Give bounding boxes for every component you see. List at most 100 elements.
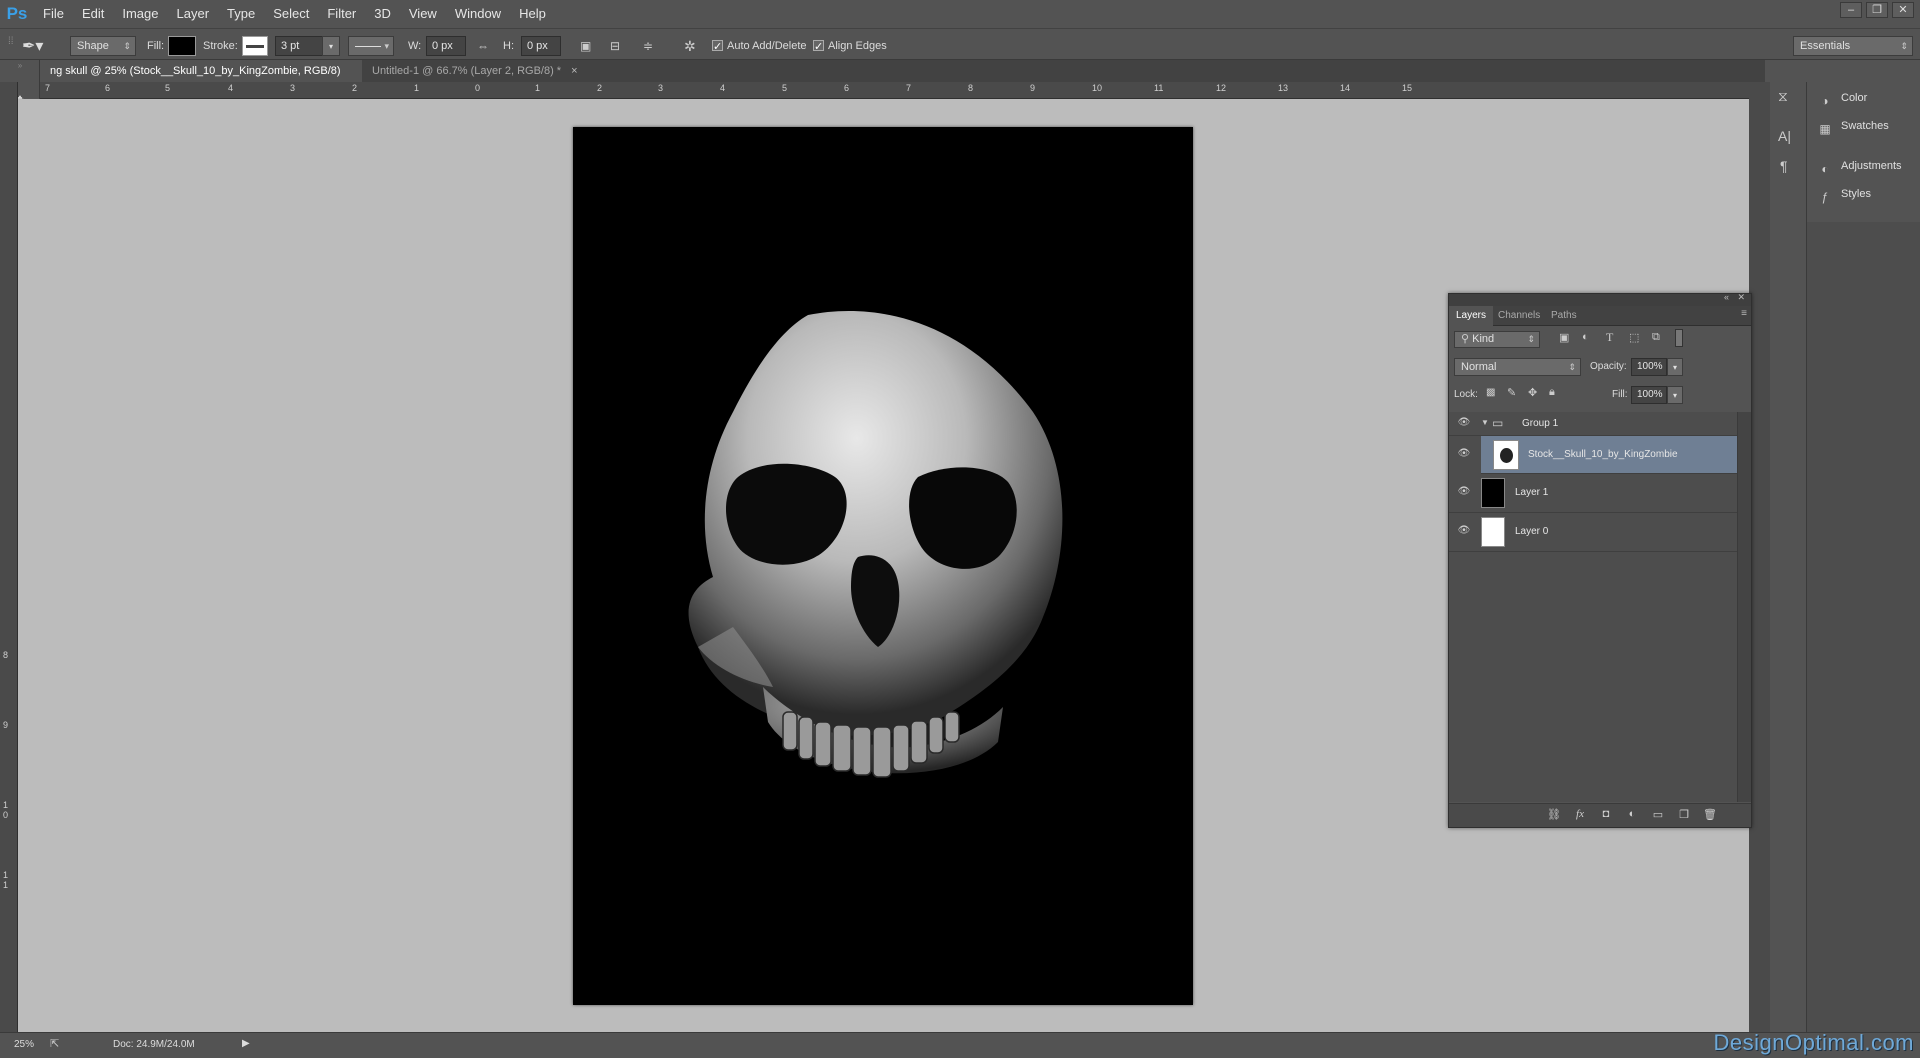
- photoshop-logo: Ps: [6, 4, 28, 23]
- history-icon[interactable]: ⧖: [1778, 88, 1788, 105]
- close-icon[interactable]: ✕: [1737, 292, 1745, 303]
- dock-color[interactable]: ◑ Color: [1817, 88, 1867, 108]
- tab-paths[interactable]: Paths: [1544, 306, 1584, 326]
- close-icon[interactable]: ×: [571, 65, 577, 77]
- width-input[interactable]: 0 px: [426, 36, 466, 56]
- filter-type-icon[interactable]: T: [1606, 330, 1613, 345]
- add-mask-icon[interactable]: ◘: [1597, 808, 1615, 820]
- lock-position-icon[interactable]: ✥: [1528, 386, 1537, 399]
- zoom-level[interactable]: 25%: [14, 1039, 34, 1050]
- blend-mode-dropdown[interactable]: Normal ⇕: [1454, 358, 1581, 376]
- layers-scrollbar[interactable]: [1737, 412, 1751, 802]
- tab-channels[interactable]: Channels: [1491, 306, 1547, 326]
- visibility-eye-icon[interactable]: 👁︎: [1457, 525, 1471, 536]
- layer-filter-kind-dropdown[interactable]: ⚲ Kind ⇕: [1454, 331, 1540, 348]
- menu-view[interactable]: View: [400, 0, 446, 28]
- delete-layer-icon[interactable]: 🗑︎: [1701, 808, 1719, 821]
- stroke-type-dropdown[interactable]: ▾: [348, 36, 394, 56]
- gear-icon[interactable]: ✲: [684, 36, 702, 56]
- dock-swatches[interactable]: ▦ Swatches: [1817, 116, 1888, 136]
- stroke-size-dropdown[interactable]: ▾: [322, 36, 340, 56]
- tool-mode-dropdown[interactable]: Shape ⇕: [70, 36, 136, 56]
- menu-image[interactable]: Image: [113, 0, 167, 28]
- layer-row-group-1[interactable]: 👁︎ ▼ ▭ Group 1: [1449, 412, 1737, 436]
- height-input[interactable]: 0 px: [521, 36, 561, 56]
- opacity-slider-button[interactable]: ▾: [1667, 358, 1683, 376]
- tab-untitled-1[interactable]: Untitled-1 @ 66.7% (Layer 2, RGB/8) * ×: [362, 60, 622, 82]
- share-icon[interactable]: ⇱: [50, 1037, 59, 1050]
- visibility-eye-icon[interactable]: 👁︎: [1457, 486, 1471, 497]
- character-icon[interactable]: A|: [1778, 128, 1791, 144]
- dock-styles[interactable]: ƒ Styles: [1817, 184, 1871, 204]
- filter-toggle[interactable]: [1675, 329, 1683, 347]
- menu-filter[interactable]: Filter: [318, 0, 365, 28]
- fill-swatch[interactable]: [168, 36, 196, 56]
- dock-panel: ◑ Color ▦ Swatches ◐ Adjustments ƒ Styles: [1806, 82, 1920, 222]
- path-alignment-icon[interactable]: ⊟: [610, 36, 628, 56]
- layer-name: Group 1: [1522, 418, 1559, 429]
- tab-layers[interactable]: Layers: [1449, 306, 1494, 326]
- visibility-eye-icon[interactable]: 👁︎: [1457, 417, 1471, 428]
- layers-panel: « ✕ Layers Channels Paths ≡ ⚲ Kind ⇕ ▣ ◐ …: [1448, 292, 1752, 828]
- workspace-dropdown[interactable]: Essentials ⇕: [1793, 36, 1913, 56]
- paragraph-icon[interactable]: ¶: [1780, 158, 1788, 174]
- vertical-ruler: 8 9 1 0 1 1: [0, 82, 18, 1032]
- filter-smart-object-icon[interactable]: ⧉: [1652, 331, 1660, 344]
- dock-adjustments[interactable]: ◐ Adjustments: [1817, 156, 1901, 176]
- menu-edit[interactable]: Edit: [73, 0, 113, 28]
- document-canvas[interactable]: [573, 127, 1193, 1005]
- filter-pixel-icon[interactable]: ▣: [1559, 331, 1569, 344]
- layer-row-layer-0[interactable]: 👁︎ Layer 0: [1449, 513, 1737, 552]
- tab-skull-document[interactable]: ng skull @ 25% (Stock__Skull_10_by_KingZ…: [40, 60, 362, 99]
- new-group-icon[interactable]: ▭: [1649, 808, 1667, 821]
- visibility-eye-icon[interactable]: 👁︎: [1457, 448, 1471, 459]
- menu-type[interactable]: Type: [218, 0, 264, 28]
- layer-name: Stock__Skull_10_by_KingZombie: [1528, 449, 1678, 460]
- path-arrangement-icon[interactable]: ≑: [643, 36, 663, 56]
- document-tabs: ng skull @ 25% (Stock__Skull_10_by_KingZ…: [40, 60, 1765, 99]
- minimize-button[interactable]: –: [1840, 2, 1862, 18]
- path-operations-icon[interactable]: ▣: [580, 36, 596, 56]
- lock-image-icon[interactable]: ✎: [1507, 386, 1516, 399]
- fill-slider-button[interactable]: ▾: [1667, 386, 1683, 404]
- restore-button[interactable]: ❐: [1866, 2, 1888, 18]
- layers-panel-titlebar[interactable]: « ✕: [1449, 292, 1751, 306]
- panel-menu-icon[interactable]: ≡: [1741, 308, 1747, 319]
- menu-window[interactable]: Window: [446, 0, 510, 28]
- filter-adjustment-icon[interactable]: ◐: [1582, 331, 1589, 343]
- filter-shape-icon[interactable]: ⬚: [1629, 331, 1639, 344]
- opacity-input[interactable]: 100%: [1631, 358, 1667, 376]
- ruler-tick-label: 7: [906, 83, 912, 93]
- ruler-tick-label: 4: [228, 83, 234, 93]
- collapse-icon[interactable]: «: [1724, 292, 1729, 302]
- fill-input[interactable]: 100%: [1631, 386, 1667, 404]
- close-button[interactable]: ✕: [1892, 2, 1914, 18]
- stroke-swatch[interactable]: [242, 36, 268, 56]
- layer-row-layer-1[interactable]: 👁︎ Layer 1: [1449, 474, 1737, 513]
- link-icon[interactable]: ⇔: [477, 36, 493, 56]
- skull-image: [688, 310, 1063, 778]
- layer-name: Layer 1: [1515, 487, 1549, 498]
- toolbox-collapse-icon[interactable]: »: [8, 60, 32, 70]
- ruler-tick-label: 2: [597, 83, 603, 93]
- new-adjustment-layer-icon[interactable]: ◐: [1623, 808, 1641, 820]
- folder-icon: ▭: [1492, 416, 1504, 430]
- fx-icon[interactable]: fx: [1571, 808, 1589, 820]
- menu-3d[interactable]: 3D: [365, 0, 400, 28]
- menu-layer[interactable]: Layer: [168, 0, 219, 28]
- lock-all-icon[interactable]: 🔒︎: [1549, 386, 1555, 399]
- lock-transparent-icon[interactable]: ▩: [1486, 387, 1495, 398]
- auto-add-delete-checkbox[interactable]: Auto Add/Delete: [712, 36, 807, 57]
- stroke-size-input[interactable]: 3 pt: [275, 36, 323, 56]
- menu-file[interactable]: File: [34, 0, 73, 28]
- new-layer-icon[interactable]: ❐: [1675, 808, 1693, 821]
- menu-help[interactable]: Help: [510, 0, 555, 28]
- menu-select[interactable]: Select: [264, 0, 318, 28]
- horizontal-ruler: 7 6 5 4 3 2 1 0 1 2 3 4 5 6 7 8 9 10 11 12 13 14 15: [40, 82, 1749, 99]
- layer-row-skull[interactable]: Stock__Skull_10_by_KingZombie: [1481, 436, 1737, 474]
- align-edges-checkbox[interactable]: Align Edges: [813, 36, 887, 57]
- pen-tool-preset-icon[interactable]: ✒▾: [22, 36, 56, 56]
- status-menu-arrow-icon[interactable]: ▶: [242, 1038, 250, 1049]
- expand-triangle-icon[interactable]: ▼: [1481, 418, 1489, 427]
- link-layers-icon[interactable]: ⛓︎: [1545, 808, 1563, 821]
